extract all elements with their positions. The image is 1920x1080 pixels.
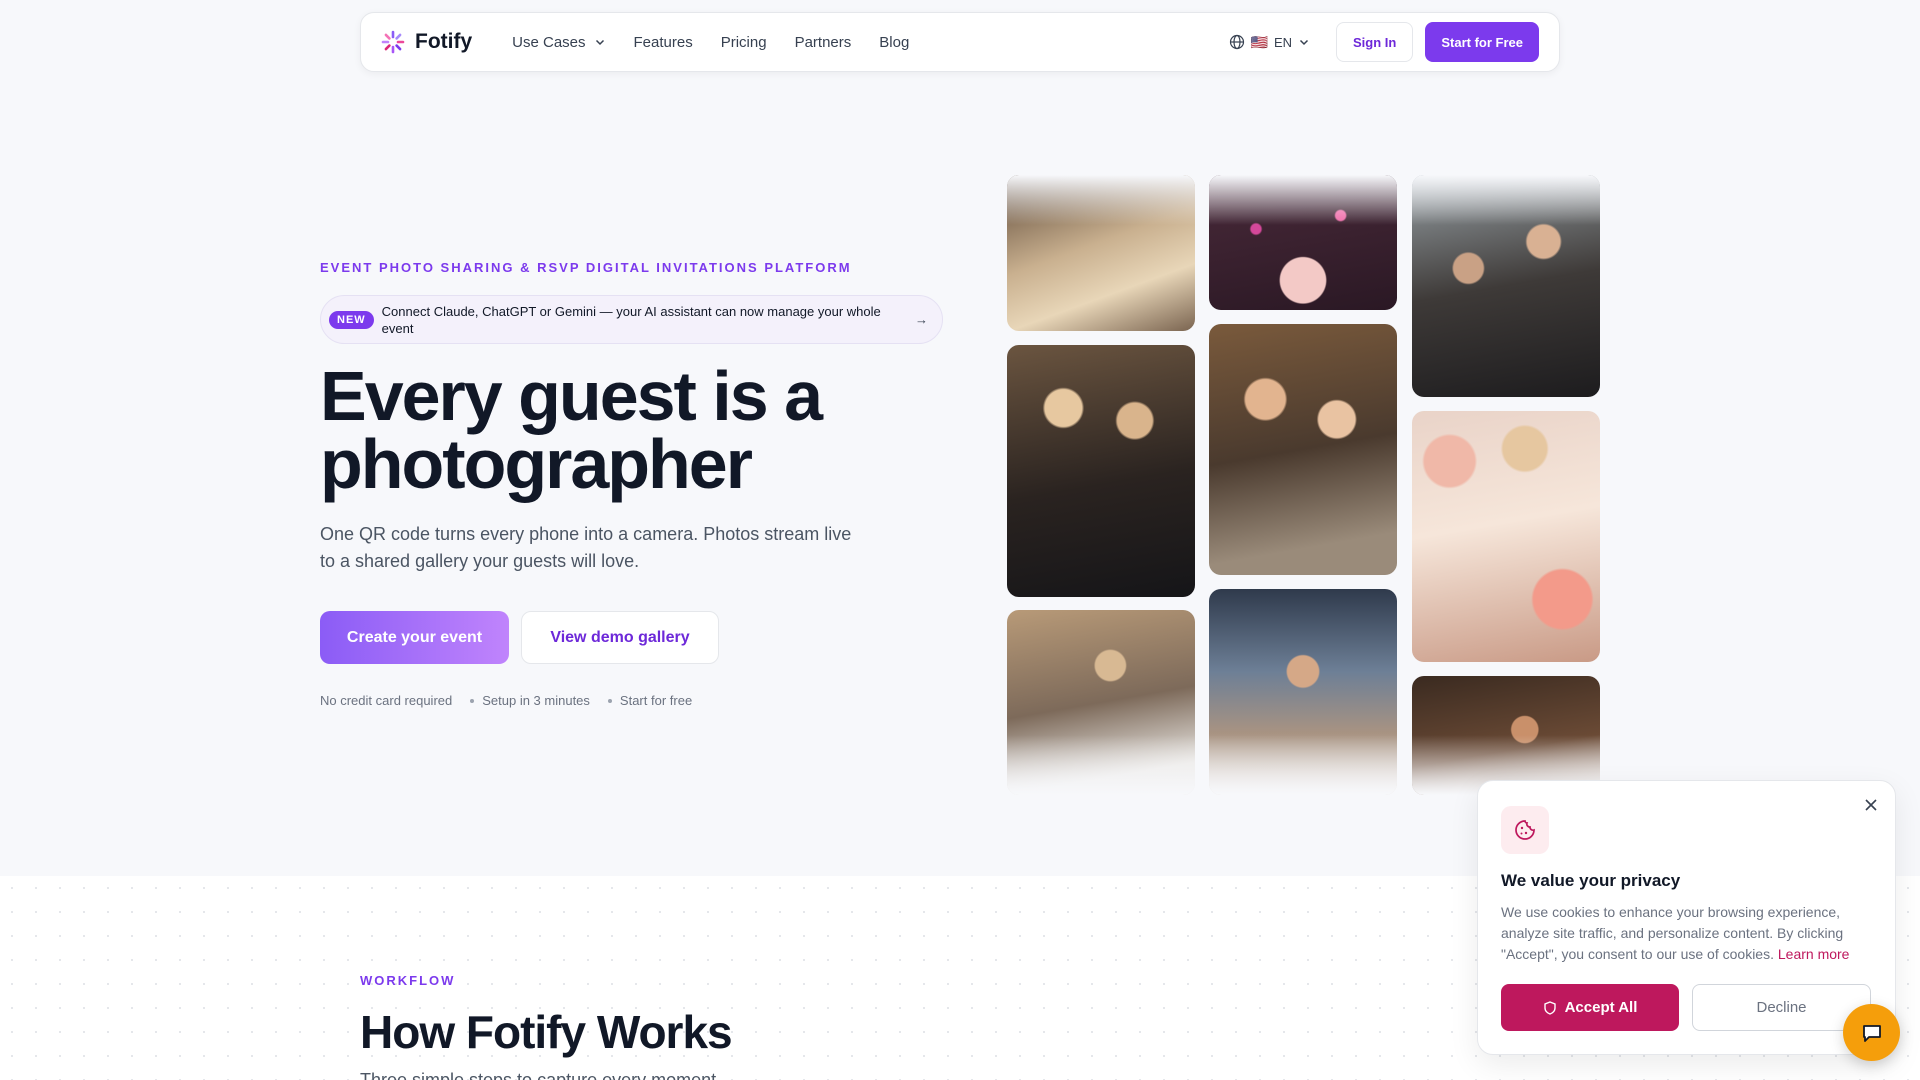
photo-balloon-decor-room	[1412, 411, 1600, 662]
meta-text: Start for free	[619, 693, 693, 708]
language-selector[interactable]: 🇺🇸 EN	[1229, 34, 1311, 51]
start-for-free-button[interactable]: Start for Free	[1425, 22, 1539, 62]
announcement-banner[interactable]: NEW Connect Claude, ChatGPT or Gemini — …	[320, 295, 943, 344]
logo[interactable]: Fotify	[381, 30, 472, 54]
hero-headline: Every guest is a photographer	[320, 357, 823, 503]
photo-birthday-cake-confetti	[1209, 175, 1397, 310]
create-event-button[interactable]: Create your event	[320, 611, 509, 664]
meta-item: No credit card required	[320, 693, 452, 708]
chevron-down-icon	[1299, 39, 1309, 46]
nav-item-features[interactable]: Features	[634, 34, 693, 51]
bullet-dot	[470, 698, 475, 703]
cookie-icon	[1501, 806, 1549, 854]
accept-all-button[interactable]: Accept All	[1501, 984, 1679, 1031]
close-icon[interactable]	[1861, 795, 1881, 815]
cookie-consent-banner: We value your privacy We use cookies to …	[1477, 780, 1896, 1055]
sign-in-button[interactable]: Sign In	[1336, 22, 1414, 62]
workflow-title: How Fotify Works	[360, 1006, 733, 1058]
view-demo-gallery-button[interactable]: View demo gallery	[521, 611, 719, 664]
globe-icon	[1229, 34, 1244, 50]
learn-more-link[interactable]: Learn more	[1778, 946, 1850, 962]
accept-all-label: Accept All	[1564, 999, 1638, 1016]
photo-wedding-first-dance	[1007, 610, 1195, 795]
photo-bride-dress-dance	[1007, 175, 1195, 331]
bullet-dot	[607, 698, 612, 703]
workflow-eyebrow: WORKFLOW	[360, 973, 456, 988]
new-badge: NEW	[329, 310, 374, 329]
photo-grooms-embrace	[1007, 345, 1195, 597]
logo-text: Fotify	[415, 30, 473, 53]
meta-item: Setup in 3 minutes	[470, 693, 590, 708]
nav-item-blog[interactable]: Blog	[879, 34, 909, 51]
photo-friends-laughing-wine	[1209, 324, 1397, 575]
photo-cocktail-conversation	[1412, 175, 1600, 397]
hero-meta-list: No credit card required Setup in 3 minut…	[320, 693, 692, 708]
cookie-title: We value your privacy	[1501, 871, 1681, 890]
meta-item: Start for free	[607, 693, 693, 708]
nav-item-label: Use Cases	[512, 33, 586, 51]
workflow-subtitle: Three simple steps to capture every mome…	[360, 1070, 717, 1080]
photo-rooftop-party-dancer	[1209, 589, 1397, 795]
nav-item-use-cases[interactable]: Use Cases	[512, 34, 605, 51]
chat-bubble-icon	[1862, 1024, 1881, 1042]
meta-text: No credit card required	[320, 693, 453, 708]
language-code: EN	[1273, 34, 1293, 50]
cookie-description: We use cookies to enhance your browsing …	[1501, 902, 1876, 965]
hero-eyebrow: EVENT PHOTO SHARING & RSVP DIGITAL INVIT…	[320, 260, 852, 275]
nav-item-pricing[interactable]: Pricing	[721, 34, 767, 51]
arrow-right-icon: →	[915, 312, 928, 327]
chevron-down-icon	[595, 39, 604, 46]
hero-subheadline: One QR code turns every phone into a cam…	[320, 524, 852, 571]
fotify-logo-icon	[381, 30, 405, 54]
shield-icon	[1543, 1000, 1556, 1015]
us-flag-icon: 🇺🇸	[1250, 33, 1268, 50]
top-navigation: Fotify Use Cases Features Pricing Partne…	[360, 12, 1560, 72]
meta-text: Setup in 3 minutes	[482, 693, 590, 708]
nav-links: Use Cases Features Pricing Partners Blog	[512, 34, 909, 51]
photo-gallery	[1007, 175, 1601, 795]
nav-actions: 🇺🇸 EN Sign In Start for Free	[1229, 22, 1539, 62]
photo-evening-toast	[1412, 676, 1600, 795]
announcement-text: Connect Claude, ChatGPT or Gemini — your…	[381, 303, 881, 336]
nav-item-partners[interactable]: Partners	[795, 34, 852, 51]
chat-launcher-button[interactable]	[1843, 1004, 1900, 1061]
